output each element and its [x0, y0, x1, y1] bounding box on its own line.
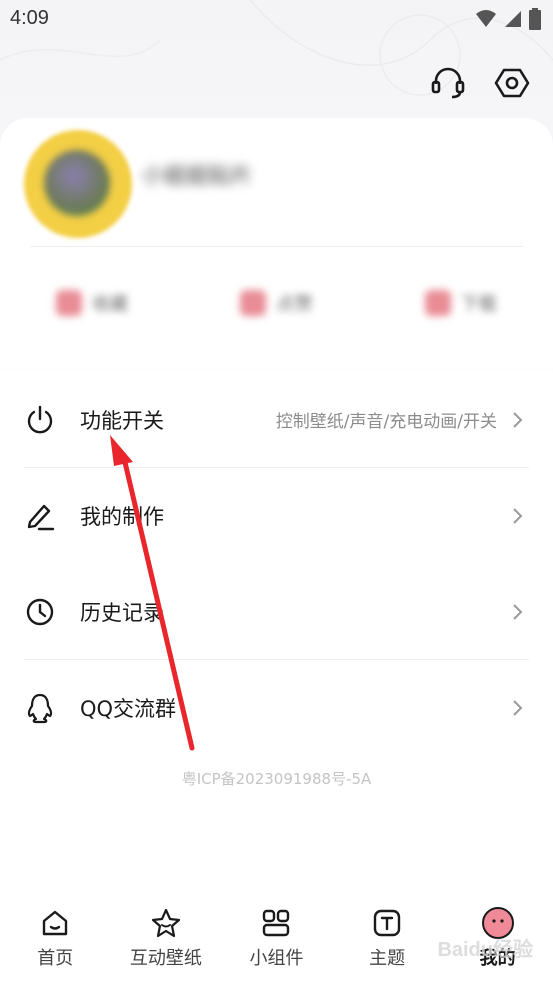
stat-item[interactable]: 点赞 [184, 268, 368, 338]
menu-item-function-switch[interactable]: 功能开关 控制壁纸/声音/充电动画/开关 [24, 372, 529, 468]
stats-row: 收藏 点赞 下载 [0, 268, 553, 338]
menu-label: 历史记录 [80, 600, 164, 625]
theme-t-icon [370, 906, 404, 940]
avatar-image [44, 150, 110, 216]
qq-penguin-icon [24, 692, 56, 724]
tab-widgets[interactable]: 小组件 [221, 898, 332, 984]
tab-label: 主题 [369, 948, 406, 969]
menu-label: 功能开关 [80, 408, 164, 433]
settings-button[interactable] [493, 64, 531, 102]
menu-subtitle: 控制壁纸/声音/充电动画/开关 [275, 412, 497, 432]
stat-label: 下载 [460, 294, 497, 315]
chevron-right-icon [513, 603, 523, 620]
menu-list: 功能开关 控制壁纸/声音/充电动画/开关 我的制作 历史记录 QQ交流群 [24, 372, 529, 756]
chevron-right-icon [513, 411, 523, 428]
tab-theme[interactable]: 主题 [332, 898, 443, 984]
username[interactable]: 小姐姐贴片 [142, 158, 252, 190]
chevron-right-icon [513, 508, 523, 524]
menu-item-my-creations[interactable]: 我的制作 [24, 468, 529, 564]
stat-icon [56, 290, 83, 316]
stat-label: 点赞 [276, 294, 313, 315]
menu-label: QQ交流群 [80, 697, 177, 721]
stat-icon [240, 290, 267, 316]
stat-item[interactable]: 下载 [369, 268, 553, 338]
home-icon [38, 906, 72, 940]
avatar[interactable] [24, 130, 132, 238]
customer-service-button[interactable] [429, 64, 467, 102]
star-icon [149, 906, 183, 940]
stat-label: 收藏 [92, 294, 129, 315]
menu-item-qq-group[interactable]: QQ交流群 [24, 660, 529, 756]
headset-icon [431, 67, 465, 99]
widgets-icon [259, 906, 293, 940]
card-divider [30, 246, 523, 247]
wifi-icon [476, 10, 496, 27]
settings-hexagon-icon [494, 68, 530, 98]
tab-label: 小组件 [249, 948, 304, 969]
tab-label: 互动壁纸 [129, 948, 202, 969]
icp-license-text: 粤ICP备2023091988号-5A [181, 770, 372, 788]
menu-label: 我的制作 [80, 505, 164, 529]
pencil-icon [24, 500, 56, 532]
status-time: 4:09 [10, 7, 49, 29]
status-bar: 4:09 [0, 0, 553, 40]
stat-item[interactable]: 收藏 [0, 268, 184, 338]
tab-label: 首页 [37, 948, 74, 969]
profile-card: 小姐姐贴片 收藏 点赞 下载 [0, 118, 553, 368]
clock-icon [24, 596, 56, 628]
bottom-tab-bar: 首页 互动壁纸 小组件 主题 我的 Baidu经验 [0, 898, 553, 984]
baidu-watermark: Baidu经验 [437, 939, 533, 961]
stat-icon [424, 290, 451, 316]
signal-icon [505, 11, 521, 27]
menu-item-history[interactable]: 历史记录 [24, 564, 529, 660]
chevron-right-icon [513, 700, 523, 716]
tab-interactive-wallpaper[interactable]: 互动壁纸 [111, 898, 222, 984]
tab-home[interactable]: 首页 [0, 898, 111, 984]
power-icon [24, 404, 56, 436]
battery-icon [529, 8, 541, 30]
